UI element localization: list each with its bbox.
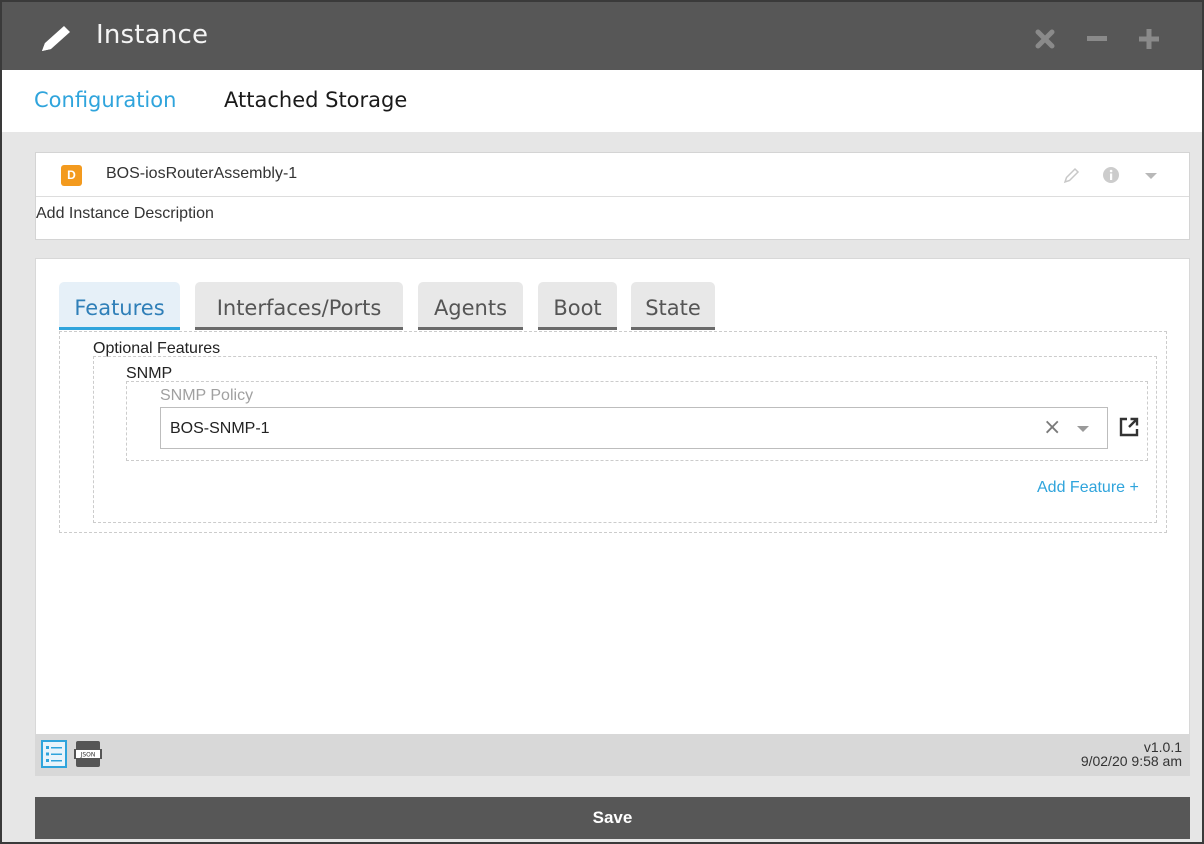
minimize-icon[interactable] [1086,28,1108,50]
chevron-down-icon[interactable] [1077,426,1089,432]
save-button[interactable]: Save [35,797,1190,839]
caret-down-icon[interactable] [1141,165,1161,185]
version-timestamp: 9/02/20 9:58 am [1080,753,1182,769]
maximize-icon[interactable] [1138,28,1160,50]
instance-header-card: D BOS-iosRouterAssembly-1 Add Instance D… [35,152,1190,240]
window-title: Instance [96,20,209,50]
info-icon[interactable] [1101,165,1121,185]
top-tab-bar: Configuration Attached Storage [2,70,1202,132]
tab-boot[interactable]: Boot [538,282,617,330]
snmp-policy-value: BOS-SNMP-1 [170,420,270,437]
tab-features[interactable]: Features [59,282,180,330]
json-view-icon[interactable]: JSON [73,740,103,768]
edit-icon[interactable] [1062,165,1082,185]
version-number: v1.0.1 [1143,739,1182,755]
tab-attached-storage[interactable]: Attached Storage [224,88,407,112]
external-link-icon[interactable] [1117,415,1141,439]
snmp-policy-label: SNMP Policy [160,387,254,404]
tab-interfaces-ports[interactable]: Interfaces/Ports [195,282,403,330]
instance-name: BOS-iosRouterAssembly-1 [106,165,298,182]
instance-window: Instance Configuration Attached Storage … [0,0,1204,844]
snmp-policy-select[interactable]: BOS-SNMP-1 × [160,407,1108,449]
svg-text:JSON: JSON [80,752,96,759]
snmp-policy-section: SNMP Policy BOS-SNMP-1 × [126,381,1148,461]
instance-name-row: D BOS-iosRouterAssembly-1 [36,153,1189,197]
version-info: v1.0.1 9/02/20 9:58 am [1081,740,1182,768]
tab-configuration[interactable]: Configuration [34,88,176,112]
tab-agents[interactable]: Agents [418,282,523,330]
title-bar: Instance [2,2,1202,70]
close-icon[interactable] [1034,28,1056,50]
optional-features-section: Optional Features SNMP SNMP Policy BOS-S… [59,331,1167,533]
tab-state[interactable]: State [631,282,715,330]
clear-icon[interactable]: × [1043,415,1061,440]
pencil-icon [42,26,70,51]
snmp-section: SNMP SNMP Policy BOS-SNMP-1 × Add Featur… [93,356,1157,523]
feature-panel: Features Interfaces/Ports Agents Boot St… [35,258,1190,734]
form-view-icon[interactable] [41,740,67,768]
instance-description[interactable]: Add Instance Description [36,205,214,223]
bottom-toolbar: JSON v1.0.1 9/02/20 9:58 am [35,734,1190,776]
add-feature-link[interactable]: Add Feature + [1037,479,1139,497]
type-badge: D [61,165,82,186]
